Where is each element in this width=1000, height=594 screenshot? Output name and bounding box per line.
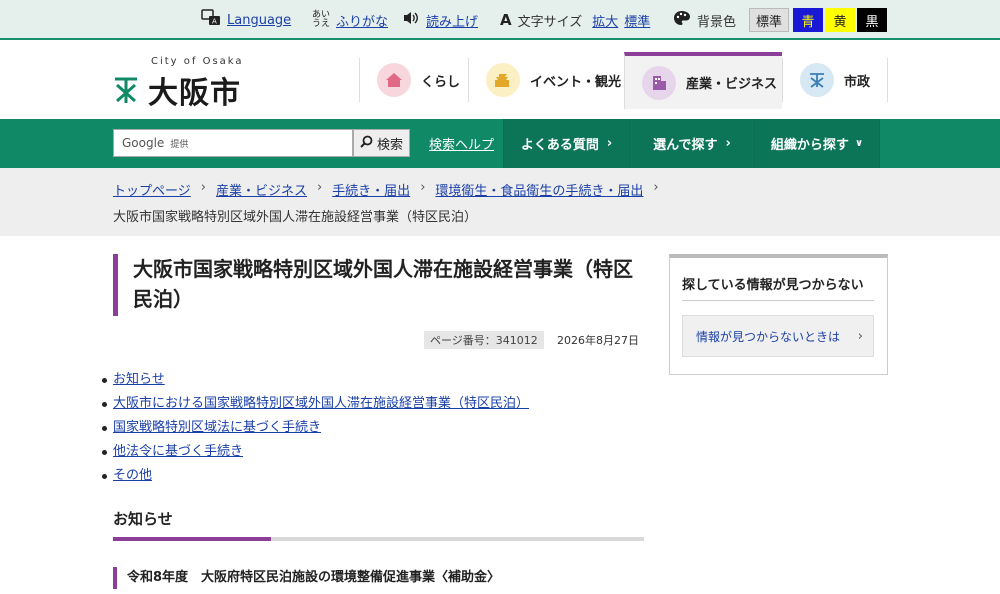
breadcrumb-hygiene[interactable]: 環境衛生・食品衛生の手続き・届出: [435, 180, 643, 199]
breadcrumb-separator: ›: [420, 180, 426, 195]
language-label: Language: [227, 12, 292, 28]
house-icon: [377, 63, 411, 97]
chevron-down-icon: ∨: [854, 138, 864, 149]
city-emblem-icon: [800, 63, 834, 97]
language-link[interactable]: A Language: [201, 8, 291, 32]
bg-color-control: 背景色: [673, 8, 736, 32]
gnav-shisei-label: 市政: [844, 74, 871, 90]
faq-nav[interactable]: よくある質問 ›: [503, 119, 629, 168]
gnav-kurashi[interactable]: くらし: [359, 58, 468, 102]
toc-link-osaka-minpaku[interactable]: 大阪市における国家戦略特別区域外国人滞在施設経営事業（特区民泊）: [113, 396, 529, 411]
language-icon: A: [201, 9, 221, 31]
not-found-button[interactable]: 情報が見つからないときは ›: [682, 315, 874, 357]
breadcrumb-separator: ›: [316, 180, 323, 195]
bg-standard-button[interactable]: 標準: [749, 8, 789, 32]
page-number: ページ番号：341012: [424, 331, 544, 349]
list-item: その他: [100, 466, 529, 490]
gnav-business-label: 産業・ビジネス: [686, 77, 778, 92]
search-button[interactable]: 検索: [353, 129, 410, 157]
breadcrumb: トップページ › 産業・ビジネス › 手続き・届出 › 環境衛生・食品衛生の手続…: [0, 168, 1000, 236]
chevron-right-icon: ›: [857, 328, 863, 344]
site-header: City of Osaka 大阪市 くらし イベント・観光 産業・ビジネス 市政: [0, 42, 1000, 119]
toc-link-special-zone-procedures[interactable]: 国家戦略特別区域法に基づく手続き: [113, 420, 321, 435]
font-size-icon: A: [500, 11, 512, 29]
read-aloud-label: 読み上げ: [426, 14, 479, 30]
toc-link-other[interactable]: その他: [113, 468, 152, 483]
search-button-label: 検索: [376, 137, 403, 153]
section-heading: お知らせ: [113, 510, 173, 528]
furigana-link[interactable]: あい うえ ふりがな: [312, 8, 388, 32]
page-title: 大阪市国家戦略特別区域外国人滞在施設経営事業（特区民泊）: [133, 257, 633, 311]
breadcrumb-business[interactable]: 産業・ビジネス: [216, 180, 307, 199]
gnav-shisei[interactable]: 市政: [782, 58, 888, 102]
choose-nav[interactable]: 選んで探す ›: [629, 119, 754, 168]
sidebar-not-found: 探している情報が見つからない 情報が見つからないときは ›: [669, 254, 888, 375]
table-of-contents: お知らせ 大阪市における国家戦略特別区域外国人滞在施設経営事業（特区民泊） 国家…: [100, 370, 529, 490]
building-icon: [642, 65, 676, 100]
org-nav[interactable]: 組織から探す ∨: [754, 119, 880, 168]
section-subheading: 令和8年度 大阪府特区民泊施設の環境整備促進事業〈補助金〉: [113, 567, 500, 589]
font-size-control: A 文字サイズ 拡大 標準: [500, 8, 650, 32]
not-found-label: 情報が見つからないときは: [696, 329, 841, 344]
list-item: 大阪市における国家戦略特別区域外国人滞在施設経営事業（特区民泊）: [100, 394, 529, 418]
castle-icon: [486, 63, 520, 97]
sidebar-divider: [682, 300, 874, 301]
city-emblem-icon: [115, 77, 137, 103]
search-brand-sub: 提供: [170, 139, 189, 150]
toc-link-news[interactable]: お知らせ: [113, 372, 165, 387]
utility-bar: A Language あい うえ ふりがな 読み上げ A 文字サイズ 拡大 標準 …: [0, 0, 1000, 40]
faq-nav-label: よくある質問: [520, 138, 599, 153]
gnav-event-label: イベント・観光: [530, 74, 622, 90]
font-size-label: 文字サイズ: [517, 14, 583, 30]
svg-text:A: A: [212, 18, 217, 26]
page-title-block: 大阪市国家戦略特別区域外国人滞在施設経営事業（特区民泊）: [113, 254, 643, 316]
gnav-business[interactable]: 産業・ビジネス: [624, 52, 782, 109]
breadcrumb-top[interactable]: トップページ: [113, 180, 191, 199]
list-item: 国家戦略特別区域法に基づく手続き: [100, 418, 529, 442]
furigana-icon: あい うえ: [312, 10, 331, 29]
list-item: 他法令に基づく手続き: [100, 442, 529, 466]
breadcrumb-procedures[interactable]: 手続き・届出: [332, 180, 410, 199]
furigana-label: ふりがな: [336, 14, 389, 30]
page-date: 2026年8月27日: [557, 334, 639, 347]
gnav-kurashi-label: くらし: [421, 74, 461, 90]
bg-black-button[interactable]: 黒: [857, 8, 887, 32]
search-icon: [360, 135, 373, 152]
breadcrumb-current: 大阪市国家戦略特別区域外国人滞在施設経営事業（特区民泊）: [113, 210, 478, 225]
palette-icon: [673, 10, 691, 30]
section-divider: [113, 537, 644, 541]
org-nav-label: 組織から探す: [770, 138, 849, 153]
speaker-icon: [402, 10, 420, 30]
choose-nav-label: 選んで探す: [653, 138, 718, 153]
breadcrumb-separator: ›: [653, 180, 659, 195]
bg-yellow-button[interactable]: 黄: [825, 8, 855, 32]
toc-link-other-law-procedures[interactable]: 他法令に基づく手続き: [113, 444, 243, 459]
gnav-event[interactable]: イベント・観光: [468, 58, 624, 102]
search-bar: Google 提供 検索 検索ヘルプ よくある質問 › 選んで探す › 組織から…: [0, 119, 1000, 168]
bg-blue-button[interactable]: 青: [793, 8, 823, 32]
logo-japanese: 大阪市: [148, 76, 241, 111]
read-aloud-link[interactable]: 読み上げ: [402, 8, 478, 32]
breadcrumb-separator: ›: [200, 180, 206, 195]
bg-color-label: 背景色: [697, 14, 737, 30]
search-brand: Google: [122, 136, 165, 150]
chevron-right-icon: ›: [606, 136, 613, 151]
site-logo[interactable]: City of Osaka 大阪市: [113, 54, 263, 111]
search-input[interactable]: Google 提供: [113, 129, 353, 157]
font-size-large-button[interactable]: 拡大: [592, 11, 618, 30]
sidebar-title: 探している情報が見つからない: [682, 278, 864, 293]
font-size-standard-button[interactable]: 標準: [624, 11, 650, 30]
search-help-link[interactable]: 検索ヘルプ: [429, 134, 494, 153]
list-item: お知らせ: [100, 370, 529, 394]
logo-english: City of Osaka: [151, 56, 244, 67]
chevron-right-icon: ›: [725, 136, 731, 151]
